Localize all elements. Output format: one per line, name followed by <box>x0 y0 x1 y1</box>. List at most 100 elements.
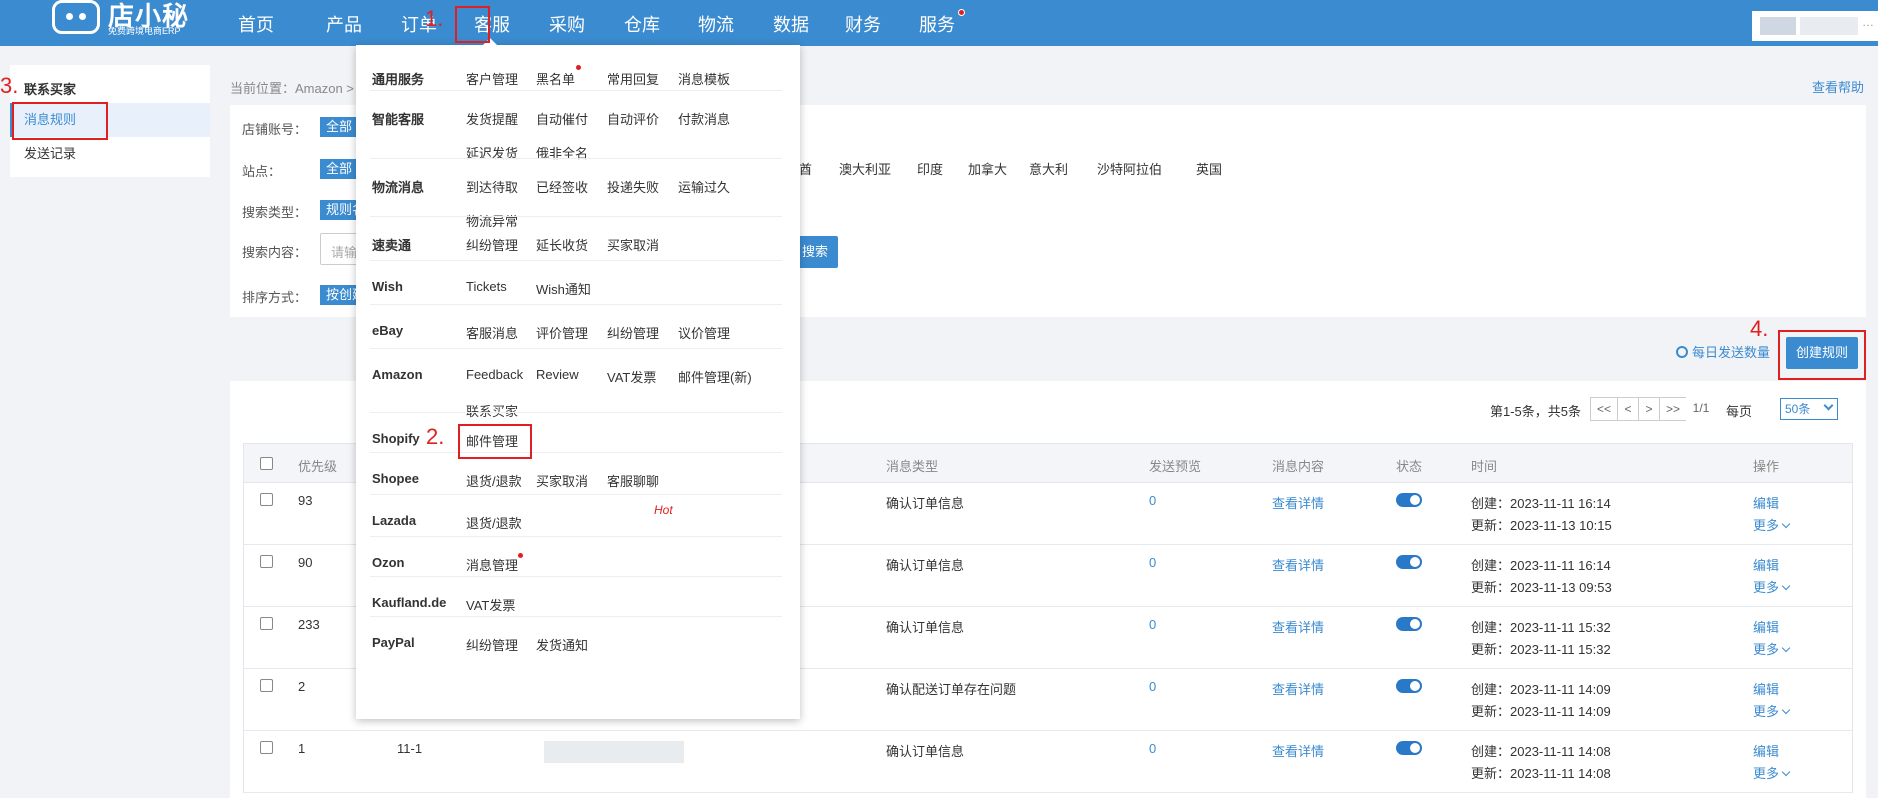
annotation-number-3: 3. <box>0 73 19 98</box>
user-account-box[interactable]: … <box>1752 11 1878 41</box>
daily-send-count-link[interactable]: 每日发送数量 <box>1676 342 1770 361</box>
row-status-toggle[interactable] <box>1396 741 1422 755</box>
sort-tag[interactable]: 按创建时间 <box>320 285 356 305</box>
dropdown-item[interactable]: 延迟发货 <box>466 143 518 162</box>
site-option[interactable]: 印度 <box>917 159 943 178</box>
dropdown-item[interactable]: 客服消息 <box>466 323 518 342</box>
row-send-preview-link[interactable]: 0 <box>1149 493 1156 508</box>
nav-item-6[interactable]: 物流 <box>698 0 734 46</box>
dropdown-item[interactable]: 退货/退款 <box>466 513 522 532</box>
row-view-details-link[interactable]: 查看详情 <box>1272 679 1324 698</box>
dropdown-item[interactable]: 发货提醒 <box>466 109 518 128</box>
last-page-button[interactable]: >> <box>1659 397 1687 421</box>
site-option[interactable]: 加拿大 <box>968 159 1007 178</box>
row-send-preview-link[interactable]: 0 <box>1149 679 1156 694</box>
search-type-tag[interactable]: 规则名称 <box>320 200 356 220</box>
row-edit-link[interactable]: 编辑 <box>1753 493 1779 512</box>
dropdown-item[interactable]: Review <box>536 367 579 382</box>
row-status-toggle[interactable] <box>1396 679 1422 693</box>
nav-item-1[interactable]: 产品 <box>326 0 362 46</box>
row-send-preview-link[interactable]: 0 <box>1149 555 1156 570</box>
dropdown-item[interactable]: 已经签收 <box>536 177 588 196</box>
nav-item-4[interactable]: 采购 <box>549 0 585 46</box>
row-more-menu[interactable]: 更多 <box>1753 577 1791 596</box>
row-checkbox[interactable] <box>260 679 273 692</box>
dropdown-item[interactable]: 客服聊聊 <box>607 471 659 490</box>
dropdown-item[interactable]: 自动评价 <box>607 109 659 128</box>
top-navbar: 店小秘 免费跨境电商ERP 首页 产品 订单 客服 采购 仓库 物流 数据 财务 服务 … <box>0 0 1878 46</box>
dropdown-item[interactable]: 纠纷管理 <box>466 635 518 654</box>
dropdown-item[interactable]: VAT发票 <box>466 595 515 614</box>
row-checkbox[interactable] <box>260 617 273 630</box>
dropdown-item[interactable]: 客户管理 <box>466 69 518 88</box>
row-edit-link[interactable]: 编辑 <box>1753 679 1779 698</box>
site-option[interactable]: 英国 <box>1196 159 1222 178</box>
dropdown-item[interactable]: 发货通知 <box>536 635 588 654</box>
brand-logo[interactable]: 店小秘 免费跨境电商ERP <box>52 0 252 44</box>
row-view-details-link[interactable]: 查看详情 <box>1272 741 1324 760</box>
row-more-menu[interactable]: 更多 <box>1753 639 1791 658</box>
row-status-toggle[interactable] <box>1396 555 1422 569</box>
dropdown-item[interactable]: 买家取消 <box>536 471 588 490</box>
dropdown-item[interactable]: Tickets <box>466 279 507 294</box>
site-option[interactable]: 沙特阿拉伯 <box>1097 159 1162 178</box>
nav-item-0[interactable]: 首页 <box>238 0 274 46</box>
nav-item-8[interactable]: 财务 <box>845 0 881 46</box>
row-send-preview-link[interactable]: 0 <box>1149 617 1156 632</box>
row-edit-link[interactable]: 编辑 <box>1753 741 1779 760</box>
dropdown-item[interactable]: 物流异常 <box>466 211 518 230</box>
site-all-tag[interactable]: 全部 <box>320 159 359 179</box>
dropdown-item[interactable]: 消息模板 <box>678 69 730 88</box>
row-view-details-link[interactable]: 查看详情 <box>1272 555 1324 574</box>
dropdown-item[interactable]: VAT发票 <box>607 367 656 386</box>
sidebar-item-send-records[interactable]: 发送记录 <box>10 137 210 171</box>
dropdown-item[interactable]: 买家取消 <box>607 235 659 254</box>
nav-item-9[interactable]: 服务 <box>919 0 955 46</box>
dropdown-item[interactable]: 运输过久 <box>678 177 730 196</box>
row-send-preview-link[interactable]: 0 <box>1149 741 1156 756</box>
dropdown-item[interactable]: 付款消息 <box>678 109 730 128</box>
row-checkbox[interactable] <box>260 493 273 506</box>
row-more-menu[interactable]: 更多 <box>1753 701 1791 720</box>
dropdown-item[interactable]: 俄非全名 <box>536 143 588 162</box>
row-more-menu[interactable]: 更多 <box>1753 763 1791 782</box>
per-page-select[interactable]: 50条 <box>1780 398 1838 420</box>
dropdown-item[interactable]: Feedback <box>466 367 523 382</box>
row-checkbox[interactable] <box>260 741 273 754</box>
nav-item-5[interactable]: 仓库 <box>624 0 660 46</box>
dropdown-item[interactable]: 消息管理 <box>466 555 518 574</box>
row-view-details-link[interactable]: 查看详情 <box>1272 617 1324 636</box>
row-view-details-link[interactable]: 查看详情 <box>1272 493 1324 512</box>
row-edit-link[interactable]: 编辑 <box>1753 555 1779 574</box>
dropdown-item[interactable]: 邮件管理(新) <box>678 367 752 386</box>
nav-item-7[interactable]: 数据 <box>773 0 809 46</box>
dropdown-item[interactable]: 黑名单 <box>536 69 575 88</box>
dropdown-item[interactable]: 自动催付 <box>536 109 588 128</box>
row-status-toggle[interactable] <box>1396 617 1422 631</box>
help-link[interactable]: 查看帮助 <box>1812 77 1864 96</box>
dropdown-item[interactable]: 到达待取 <box>466 177 518 196</box>
dropdown-item[interactable]: 议价管理 <box>678 323 730 342</box>
account-all-tag[interactable]: 全部 <box>320 117 359 137</box>
first-page-button[interactable]: << <box>1590 397 1618 421</box>
select-all-checkbox[interactable] <box>260 457 273 470</box>
next-page-button[interactable]: > <box>1638 397 1660 421</box>
dropdown-item[interactable]: 评价管理 <box>536 323 588 342</box>
site-option[interactable]: 意大利 <box>1029 159 1068 178</box>
row-more-menu[interactable]: 更多 <box>1753 515 1791 534</box>
row-edit-link[interactable]: 编辑 <box>1753 617 1779 636</box>
dropdown-item[interactable]: 退货/退款 <box>466 471 522 490</box>
site-option[interactable]: 澳大利亚 <box>839 159 891 178</box>
dropdown-item[interactable]: 投递失败 <box>607 177 659 196</box>
dropdown-item[interactable]: 常用回复 <box>607 69 659 88</box>
row-checkbox[interactable] <box>260 555 273 568</box>
dropdown-item[interactable]: 联系买家 <box>466 401 518 420</box>
row-status-toggle[interactable] <box>1396 493 1422 507</box>
dropdown-item[interactable]: 纠纷管理 <box>607 323 659 342</box>
header-priority: 优先级 <box>298 459 338 474</box>
dropdown-item[interactable]: 延长收货 <box>536 235 588 254</box>
prev-page-button[interactable]: < <box>1617 397 1639 421</box>
dropdown-item[interactable]: 纠纷管理 <box>466 235 518 254</box>
hot-badge: Hot <box>654 503 673 517</box>
dropdown-item[interactable]: Wish通知 <box>536 279 591 298</box>
